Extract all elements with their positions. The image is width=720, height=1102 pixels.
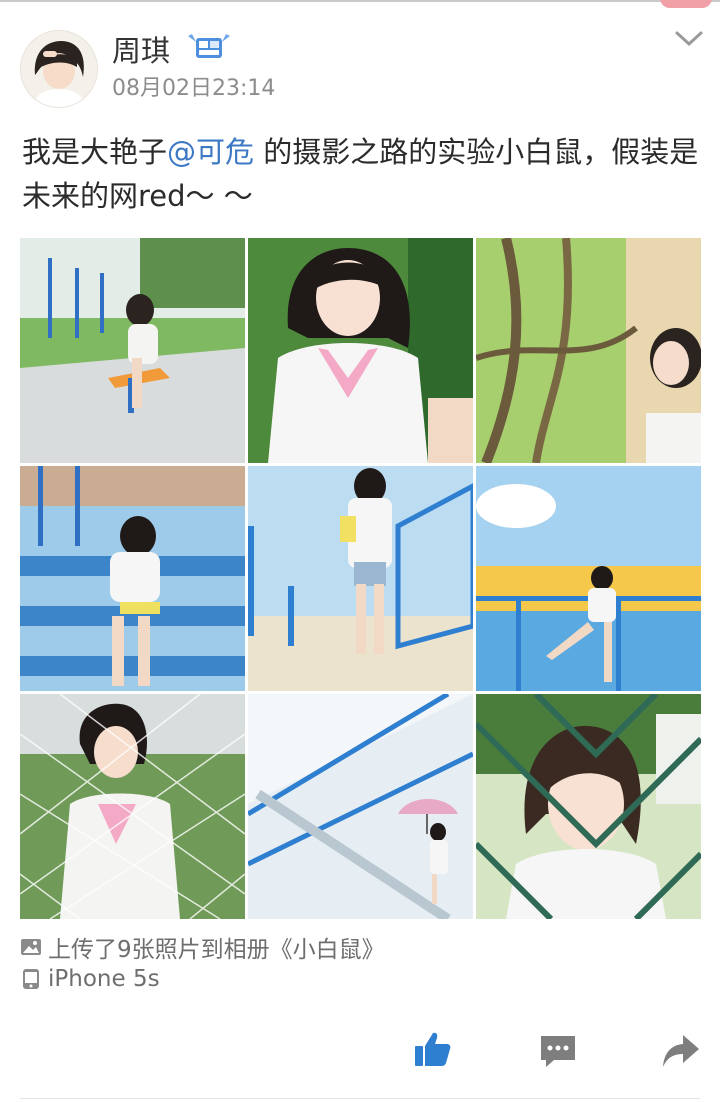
thumbs-up-icon [415,1032,451,1066]
device-text: iPhone 5s [48,966,160,992]
post-text-start: 我是大艳子 [22,135,168,169]
image-icon [21,939,41,955]
comment-icon [541,1036,575,1067]
vip-badge-icon [186,32,232,62]
photo-thumbnail[interactable] [248,238,473,463]
photo-thumbnail[interactable] [248,694,473,919]
comment-button[interactable] [538,1031,578,1071]
album-info: 上传了9张照片到相册《小白鼠》 [20,930,385,964]
avatar[interactable] [20,30,98,108]
top-divider [0,0,720,2]
bottom-divider [20,1098,700,1099]
photo-thumbnail[interactable] [20,694,245,919]
phone-icon [23,969,39,989]
chevron-down-icon[interactable] [672,26,706,52]
photo-thumbnail[interactable] [248,466,473,691]
share-arrow-icon [663,1035,699,1067]
album-text[interactable]: 上传了9张照片到相册《小白鼠》 [48,930,385,964]
decorative-corner [660,0,712,8]
photo-thumbnail[interactable] [476,238,701,463]
photo-thumbnail[interactable] [20,466,245,691]
like-button[interactable] [413,1029,453,1069]
username[interactable]: 周琪 [112,28,170,70]
photo-thumbnail[interactable] [476,466,701,691]
post-text: 我是大艳子@可危 的摄影之路的实验小白鼠，假装是未来的网red～ ～ [22,130,702,218]
photo-thumbnail[interactable] [476,694,701,919]
repost-button[interactable] [661,1031,701,1071]
photo-thumbnail[interactable] [20,238,245,463]
device-info: iPhone 5s [20,966,160,992]
photo-grid [20,238,701,919]
post-timestamp: 08月02日23:14 [112,76,276,101]
mention-link[interactable]: @可危 [167,135,254,169]
